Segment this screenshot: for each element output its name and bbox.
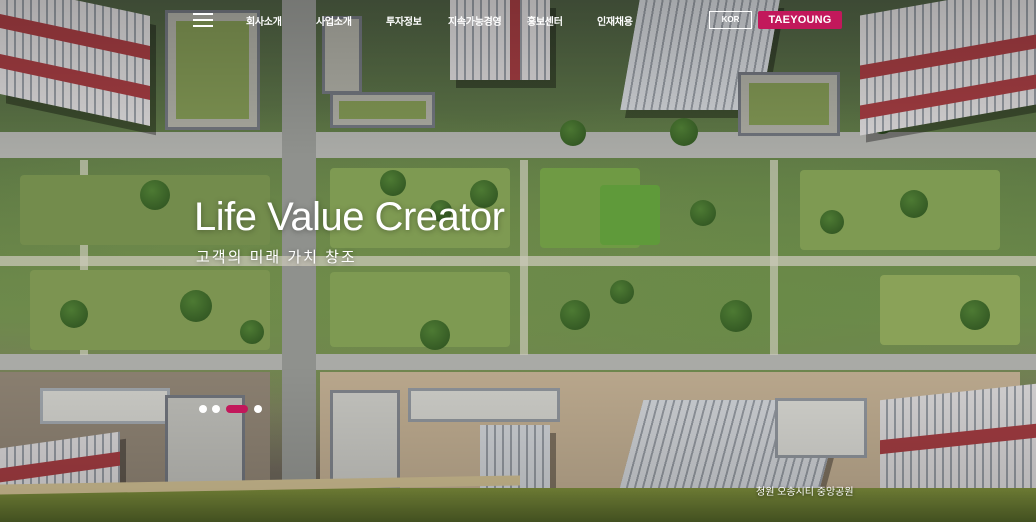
- slide-dot-1[interactable]: [199, 405, 207, 413]
- brand-logo[interactable]: TAEYOUNG: [758, 11, 842, 29]
- nav-item-business[interactable]: 사업소개: [316, 13, 352, 28]
- nav-item-pr-center[interactable]: 홍보센터: [527, 13, 563, 28]
- slide-dot-3-active[interactable]: [226, 405, 248, 413]
- hero-subtitle: 고객의 미래 가치 창조: [196, 249, 357, 266]
- hero-background-photo: [0, 0, 1036, 522]
- slide-dot-4[interactable]: [254, 405, 262, 413]
- hero-title: Life Value Creator: [194, 195, 505, 239]
- nav-item-sustainability[interactable]: 지속가능경영: [448, 13, 502, 28]
- nav-item-careers[interactable]: 인재채용: [597, 13, 633, 28]
- slide-dot-2[interactable]: [212, 405, 220, 413]
- nav-item-company[interactable]: 회사소개: [246, 13, 282, 28]
- hamburger-menu-icon[interactable]: [193, 12, 213, 28]
- photo-caption: 청원 오송시티 중앙공원: [756, 487, 854, 498]
- nav-item-investor[interactable]: 투자정보: [386, 13, 422, 28]
- language-selector[interactable]: KOR: [709, 11, 752, 29]
